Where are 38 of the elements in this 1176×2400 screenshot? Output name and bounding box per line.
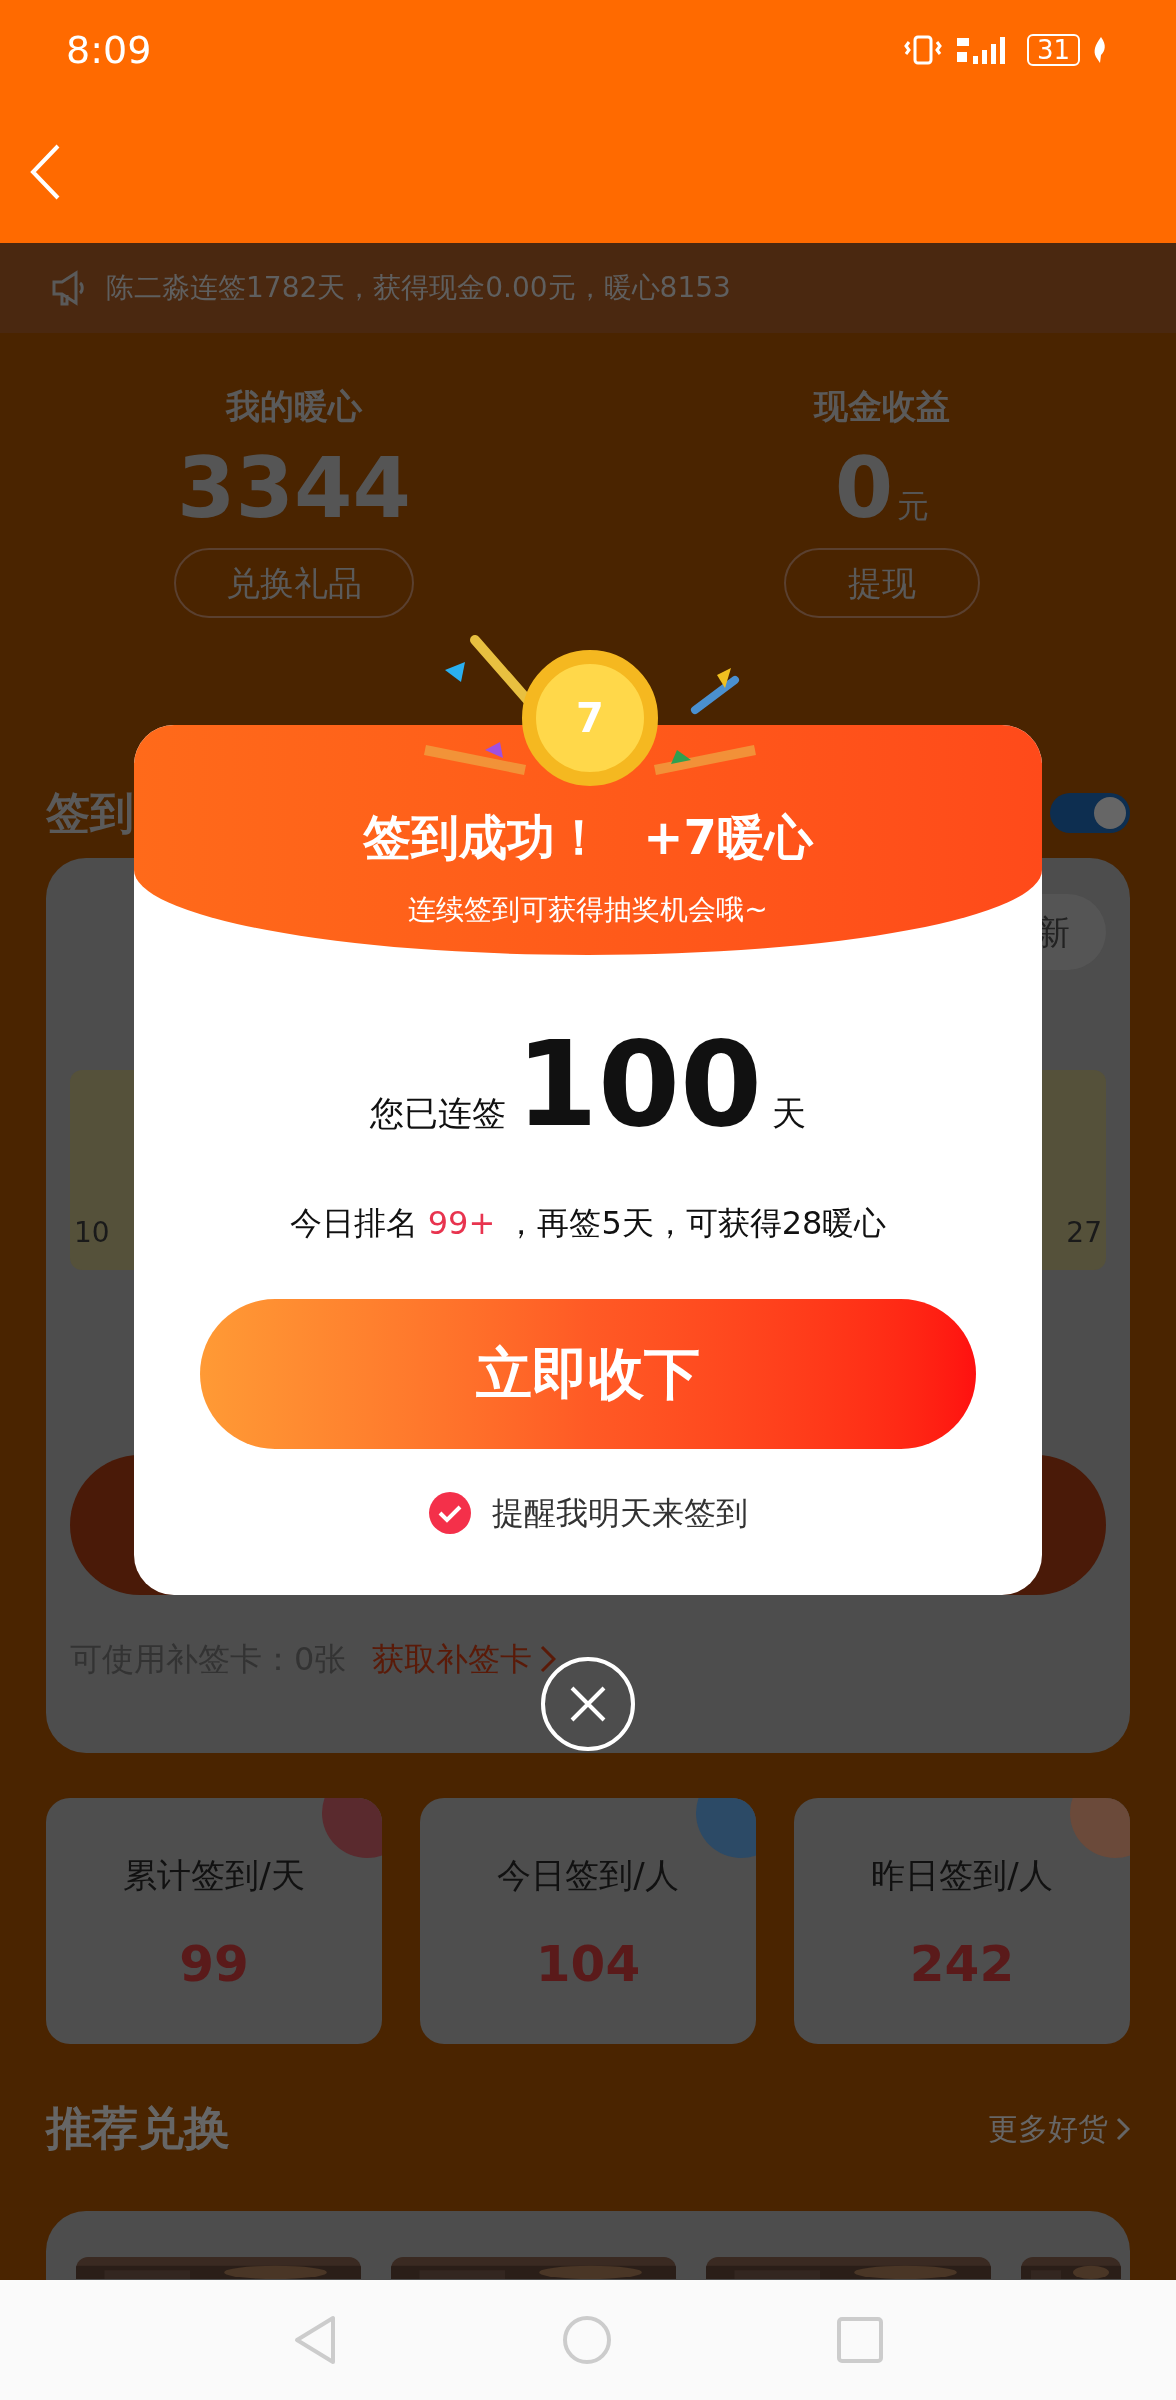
- streak-days: 100: [515, 1025, 763, 1143]
- stat-title: 现金收益: [814, 385, 950, 428]
- status-time: 8:09: [66, 26, 152, 74]
- stat-title: 我的暖心: [226, 385, 362, 428]
- coin-badge: 7: [522, 650, 658, 786]
- stat-action-button[interactable]: 兑换礼品: [174, 548, 414, 618]
- battery-indicator: 31: [1026, 34, 1080, 66]
- nav-home-icon[interactable]: [562, 2315, 612, 2365]
- dialog-subtitle: 连续签到可获得抽奖机会哦~: [408, 892, 768, 928]
- rank-text: 今日排名 99+ ，再签5天，可获得28暖心: [289, 1203, 887, 1244]
- streak-prefix: 您已连签: [369, 1092, 506, 1135]
- more-goods-link[interactable]: 更多好货: [988, 2106, 1130, 2151]
- reward-text: +7暖心: [643, 808, 813, 867]
- chevron-icon: [540, 1645, 557, 1673]
- section-title: 签到: [46, 786, 134, 840]
- close-button[interactable]: [541, 1657, 635, 1751]
- summary-label: 今日签到/人: [497, 1854, 679, 1897]
- day-label: 10: [74, 1215, 110, 1251]
- summary-label: 昨日签到/人: [871, 1854, 1053, 1897]
- dialog-title: 签到成功！: [363, 808, 604, 867]
- stat-unit: 元: [897, 486, 930, 527]
- reminder-toggle[interactable]: [1050, 793, 1130, 833]
- nav-back-icon[interactable]: [293, 2315, 337, 2365]
- summary-label: 累计签到/天: [123, 1854, 305, 1897]
- stat-value: 3344: [177, 446, 411, 530]
- stat-action-button[interactable]: 提现: [784, 548, 980, 618]
- remind-checkbox[interactable]: 提醒我明天来签到: [428, 1489, 748, 1537]
- close-icon: [568, 1684, 608, 1724]
- streak-suffix: 天: [772, 1092, 807, 1135]
- nav-recents-icon[interactable]: [837, 2317, 883, 2363]
- stat-value: 0: [834, 446, 894, 530]
- accept-button[interactable]: 立即收下: [200, 1299, 976, 1449]
- ticker-text: 陈二淼连签1782天，获得现金0.00元，暖心8153: [106, 270, 731, 306]
- get-makeup-card-link[interactable]: 获取补签卡: [372, 1635, 557, 1683]
- vibrate-icon: [902, 34, 943, 66]
- section-title: 推荐兑换: [46, 2100, 230, 2157]
- day-label: 27: [1066, 1215, 1102, 1251]
- checkmark-icon: [428, 1491, 472, 1535]
